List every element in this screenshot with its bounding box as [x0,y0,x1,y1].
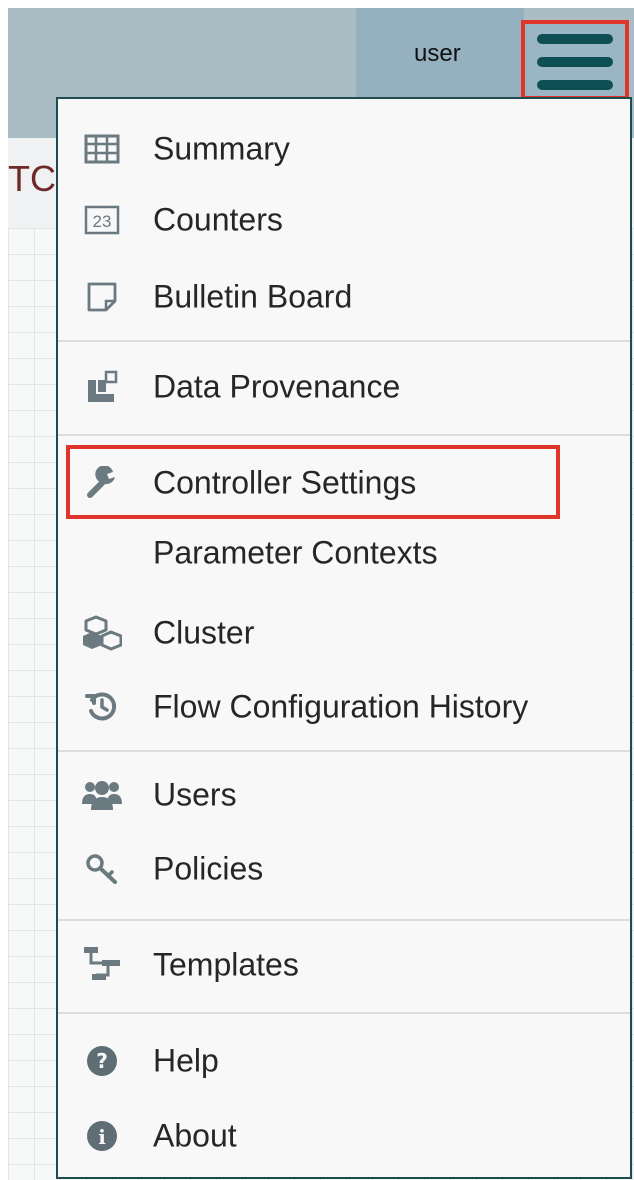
menu-item-flow-configuration-history[interactable]: Flow Configuration History [58,677,630,737]
menu-divider [58,434,630,436]
menu-item-label: Data Provenance [153,368,401,405]
menu-item-label: Summary [153,130,290,167]
users-icon [80,773,124,817]
svg-text:i: i [98,1125,106,1149]
menu-divider [58,750,630,752]
templates-icon [80,943,124,987]
sticky-note-icon [80,275,124,319]
cubes-icon [80,611,124,655]
hamburger-bar [537,80,613,90]
menu-item-templates[interactable]: Templates [58,935,630,995]
menu-item-label: Policies [153,850,264,887]
question-circle-icon: ? [80,1039,124,1083]
provenance-icon [80,365,124,409]
menu-item-cluster[interactable]: Cluster [58,603,630,663]
hamburger-menu-button[interactable] [521,20,629,100]
menu-item-policies[interactable]: Policies [58,839,630,899]
table-icon [80,127,124,171]
menu-item-label: Counters [153,201,283,238]
menu-item-about[interactable]: i About [58,1106,630,1166]
menu-item-label: Help [153,1042,219,1079]
menu-item-users[interactable]: Users [58,765,630,825]
key-icon [80,847,124,891]
menu-item-bulletin-board[interactable]: Bulletin Board [58,267,630,327]
hamburger-bar [537,57,613,67]
menu-item-data-provenance[interactable]: Data Provenance [58,357,630,417]
current-user-label[interactable]: user [414,40,461,68]
info-circle-icon: i [80,1114,124,1158]
partial-title-text: TC [8,158,56,199]
menu-item-label: Flow Configuration History [153,688,529,725]
hamburger-menu-icon [537,34,613,44]
svg-text:23: 23 [93,212,112,231]
menu-item-parameter-contexts[interactable]: Parameter Contexts [58,523,630,583]
menu-item-label: Users [153,776,237,813]
menu-divider [58,340,630,342]
menu-item-label: Templates [153,946,299,983]
menu-item-label: Cluster [153,614,255,651]
menu-item-label: Bulletin Board [153,278,353,315]
menu-item-summary[interactable]: Summary [58,119,630,179]
counter-icon: 23 [80,198,124,242]
menu-divider [58,1012,630,1014]
global-menu-dropdown: Summary 23 Counters Bulletin Board Data … [56,97,632,1179]
history-icon [80,685,124,729]
menu-item-help[interactable]: ? Help [58,1031,630,1091]
svg-text:?: ? [96,1049,108,1073]
menu-item-counters[interactable]: 23 Counters [58,190,630,250]
controller-settings-highlight [66,445,560,519]
menu-item-label: Parameter Contexts [153,534,438,571]
menu-item-label: About [153,1117,237,1154]
menu-divider [58,919,630,921]
